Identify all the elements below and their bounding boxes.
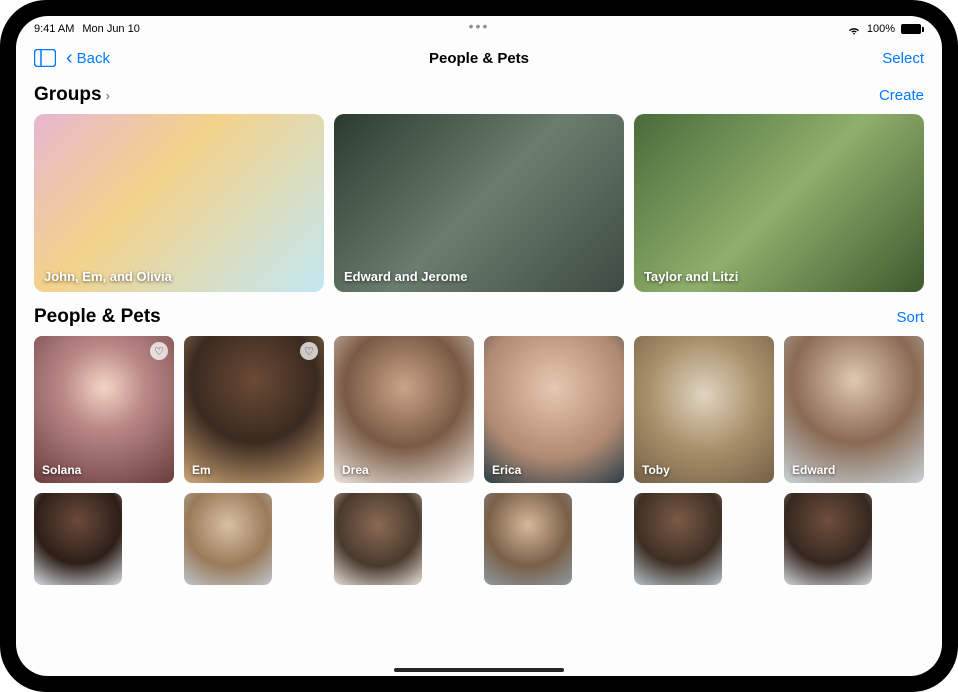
person-card[interactable] xyxy=(484,493,572,585)
people-title-label: People & Pets xyxy=(34,306,161,328)
person-thumbnail xyxy=(634,336,774,483)
person-card[interactable] xyxy=(784,493,872,585)
person-card[interactable] xyxy=(34,493,122,585)
back-label: Back xyxy=(77,50,110,67)
person-card[interactable]: Drea xyxy=(334,336,474,483)
person-card[interactable] xyxy=(184,493,272,585)
groups-section-header: Groups › Create xyxy=(34,84,924,106)
person-label: Toby xyxy=(642,463,670,477)
group-thumbnail xyxy=(634,114,924,292)
sidebar-toggle-button[interactable] xyxy=(34,49,56,67)
select-button[interactable]: Select xyxy=(882,50,924,67)
groups-row: John, Em, and Olivia Edward and Jerome T… xyxy=(34,114,924,292)
people-grid-row2 xyxy=(34,493,924,585)
screen: ••• 9:41 AM Mon Jun 10 100% xyxy=(16,16,942,676)
group-card[interactable]: John, Em, and Olivia xyxy=(34,114,324,292)
person-card[interactable]: Toby xyxy=(634,336,774,483)
page-title: People & Pets xyxy=(429,50,529,67)
create-group-button[interactable]: Create xyxy=(879,87,924,104)
group-thumbnail xyxy=(334,114,624,292)
person-label: Solana xyxy=(42,463,81,477)
favorite-heart-icon[interactable]: ♡ xyxy=(150,342,168,360)
status-date: Mon Jun 10 xyxy=(82,23,139,35)
people-section-header: People & Pets Sort xyxy=(34,306,924,328)
group-label: Taylor and Litzi xyxy=(644,269,738,284)
status-time: 9:41 AM xyxy=(34,23,74,35)
person-thumbnail xyxy=(34,493,122,585)
group-thumbnail xyxy=(34,114,324,292)
home-indicator[interactable] xyxy=(394,668,564,672)
groups-title-label: Groups xyxy=(34,84,102,106)
people-title: People & Pets xyxy=(34,306,161,328)
chevron-right-icon: › xyxy=(106,88,110,103)
person-label: Edward xyxy=(792,463,835,477)
content-scroll[interactable]: Groups › Create John, Em, and Olivia Edw… xyxy=(16,78,942,676)
chevron-left-icon: ‹ xyxy=(66,48,73,68)
nav-bar: ‹ Back People & Pets Select xyxy=(16,38,942,78)
person-card[interactable] xyxy=(334,493,422,585)
group-label: John, Em, and Olivia xyxy=(44,269,172,284)
multitask-dots-icon[interactable]: ••• xyxy=(469,18,490,34)
favorite-heart-icon[interactable]: ♡ xyxy=(300,342,318,360)
person-thumbnail xyxy=(784,336,924,483)
person-card[interactable]: ♡ Solana xyxy=(34,336,174,483)
people-grid-row1: ♡ Solana ♡ Em Drea Erica xyxy=(34,336,924,483)
person-thumbnail xyxy=(184,493,272,585)
person-thumbnail xyxy=(484,336,624,483)
person-label: Erica xyxy=(492,463,521,477)
person-label: Em xyxy=(192,463,211,477)
group-label: Edward and Jerome xyxy=(344,269,468,284)
group-card[interactable]: Edward and Jerome xyxy=(334,114,624,292)
person-thumbnail xyxy=(634,493,722,585)
person-card[interactable] xyxy=(634,493,722,585)
groups-title[interactable]: Groups › xyxy=(34,84,110,106)
wifi-icon xyxy=(847,22,861,36)
ipad-frame: ••• 9:41 AM Mon Jun 10 100% xyxy=(0,0,958,692)
sort-button[interactable]: Sort xyxy=(896,309,924,326)
battery-icon xyxy=(901,24,924,34)
back-button[interactable]: ‹ Back xyxy=(66,48,110,68)
person-thumbnail xyxy=(334,493,422,585)
person-card[interactable]: ♡ Em xyxy=(184,336,324,483)
person-thumbnail xyxy=(334,336,474,483)
person-thumbnail xyxy=(484,493,572,585)
person-thumbnail xyxy=(784,493,872,585)
group-card[interactable]: Taylor and Litzi xyxy=(634,114,924,292)
person-card[interactable]: Edward xyxy=(784,336,924,483)
person-card[interactable]: Erica xyxy=(484,336,624,483)
person-label: Drea xyxy=(342,463,369,477)
battery-percent: 100% xyxy=(867,23,895,35)
